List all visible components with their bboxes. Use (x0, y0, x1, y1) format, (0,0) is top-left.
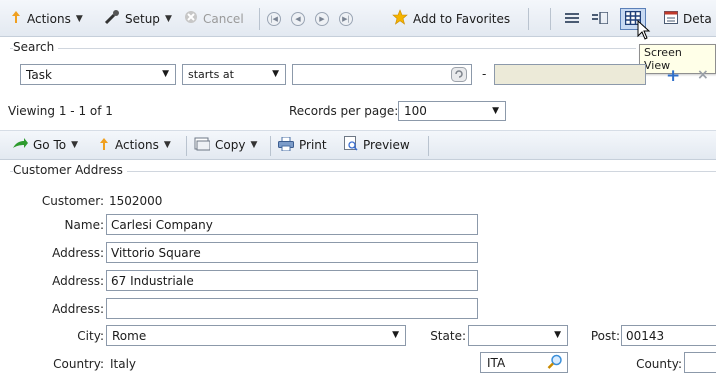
toolbar-divider (528, 8, 529, 30)
state-label: State: (430, 329, 466, 343)
first-record-icon[interactable]: |◀ (267, 11, 281, 26)
details-label: Deta (683, 11, 712, 26)
records-per-page-value: 100 (404, 104, 427, 118)
record-navigation: |◀ ◀ ▶ ▶| (267, 0, 353, 37)
search-field-value: Task (26, 67, 52, 82)
add-to-favorites-button[interactable]: Add to Favorites (392, 0, 510, 37)
copy-menu[interactable]: Copy ▼ (194, 131, 257, 159)
customer-address-group-title: Customer Address (13, 163, 127, 177)
country-label: Country: (53, 357, 104, 371)
chevron-down-icon: ▼ (492, 106, 499, 116)
records-per-page-label: Records per page: (289, 104, 399, 118)
chevron-down-icon: ▼ (71, 140, 79, 150)
search-operator-value: starts at (188, 68, 234, 81)
search-group-title: Search (13, 40, 59, 54)
search-icon[interactable] (547, 354, 563, 373)
favorites-label: Add to Favorites (413, 11, 511, 26)
printer-icon (278, 136, 294, 154)
cancel-icon (184, 10, 198, 27)
chevron-down-icon: ▼ (163, 140, 171, 150)
chevron-down-icon: ▼ (250, 140, 258, 150)
country-value: Italy (110, 357, 137, 371)
city-label: City: (77, 329, 104, 343)
record-actions-menu[interactable]: Actions ▼ (98, 131, 171, 159)
previous-record-icon[interactable]: ◀ (291, 11, 305, 26)
last-record-icon[interactable]: ▶| (339, 11, 353, 26)
star-icon (392, 9, 408, 28)
actions-menu[interactable]: Actions ▼ (10, 0, 83, 37)
viewing-status: Viewing 1 - 1 of 1 (8, 104, 113, 118)
goto-menu[interactable]: Go To ▼ (12, 131, 78, 159)
split-view-icon (592, 10, 609, 27)
range-separator: - (482, 67, 487, 81)
next-record-icon[interactable]: ▶ (315, 11, 329, 26)
address-3-input[interactable] (106, 298, 478, 319)
copy-label: Copy (215, 138, 246, 152)
search-value-input[interactable] (292, 64, 472, 85)
search-operator-select[interactable]: starts at ▼ (182, 64, 286, 85)
chevron-down-icon: ▼ (164, 13, 172, 24)
search-group-border (10, 48, 636, 49)
list-view-icon (565, 12, 579, 27)
post-label: Post: (590, 329, 620, 343)
county-input[interactable] (684, 352, 716, 373)
details-view-button[interactable]: Deta (664, 0, 712, 37)
chevron-down-icon: ▼ (162, 69, 169, 79)
mouse-cursor-icon (637, 19, 651, 43)
toolbar-divider (270, 136, 271, 156)
address-3-label: Address: (52, 302, 104, 316)
name-label: Name: (64, 218, 104, 232)
clear-icon[interactable] (451, 67, 467, 85)
country-code-input[interactable]: ITA (480, 352, 568, 373)
preview-label: Preview (363, 138, 410, 152)
list-view-button[interactable] (562, 10, 582, 28)
actions-icon (10, 10, 22, 27)
chevron-down-icon: ▼ (554, 330, 561, 340)
copy-icon (194, 137, 211, 154)
preview-button[interactable]: Preview (344, 131, 410, 159)
toolbar-divider (550, 8, 551, 30)
cancel-label: Cancel (203, 11, 244, 26)
actions-label: Actions (27, 11, 71, 26)
split-view-button[interactable] (590, 10, 610, 28)
print-button[interactable]: Print (278, 131, 327, 159)
setup-label: Setup (125, 11, 160, 26)
cancel-button[interactable]: Cancel (184, 0, 244, 37)
records-per-page-select[interactable]: 100 ▼ (398, 101, 506, 121)
print-label: Print (299, 138, 327, 152)
goto-arrow-icon (12, 137, 28, 153)
state-select[interactable]: ▼ (468, 325, 568, 346)
details-icon (664, 10, 678, 27)
toolbar-divider (259, 8, 260, 30)
address-2-input[interactable]: 67 Industriale (106, 270, 478, 291)
search-range-end-input[interactable] (494, 64, 646, 85)
customer-value: 1502000 (109, 194, 163, 208)
post-input[interactable]: 00143 (621, 325, 716, 346)
city-value: Rome (112, 328, 147, 343)
setup-menu[interactable]: Setup ▼ (104, 0, 172, 37)
chevron-down-icon: ▼ (272, 69, 279, 79)
preview-icon (344, 136, 358, 154)
add-criteria-icon[interactable]: + (666, 66, 680, 86)
toolbar-divider (186, 136, 187, 156)
address-1-label: Address: (52, 246, 104, 260)
city-select[interactable]: Rome ▼ (106, 325, 406, 346)
record-actions-label: Actions (115, 138, 159, 152)
toolbar-divider (428, 136, 429, 156)
address-1-input[interactable]: Vittorio Square (106, 242, 478, 263)
actions-icon (98, 137, 110, 154)
wrench-icon (104, 9, 120, 28)
chevron-down-icon: ▼ (392, 330, 399, 340)
chevron-down-icon: ▼ (75, 13, 83, 24)
name-input[interactable]: Carlesi Company (106, 214, 478, 235)
goto-label: Go To (33, 138, 67, 152)
record-toolbar: Go To ▼ Actions ▼ Copy ▼ Print Preview (0, 130, 716, 160)
customer-label: Customer: (41, 194, 104, 208)
address-2-label: Address: (52, 274, 104, 288)
county-label: County: (636, 357, 682, 371)
main-toolbar: Actions ▼ Setup ▼ Cancel |◀ ◀ ▶ ▶| Add t… (0, 0, 716, 37)
remove-criteria-icon[interactable]: × (697, 67, 709, 83)
search-field-select[interactable]: Task ▼ (20, 64, 176, 85)
